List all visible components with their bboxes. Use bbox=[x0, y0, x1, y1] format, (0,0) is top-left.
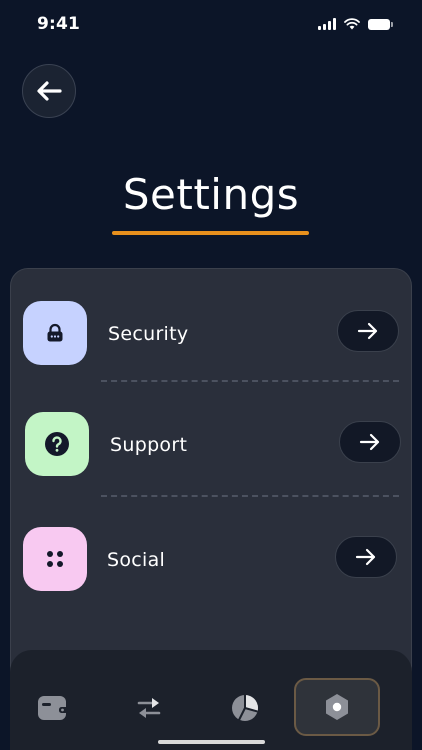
wallet-icon bbox=[38, 696, 68, 720]
nav-item-settings[interactable] bbox=[294, 678, 380, 736]
status-time: 9:41 bbox=[37, 14, 81, 34]
status-bar: 9:41 bbox=[0, 0, 422, 50]
nav-item-analytics[interactable] bbox=[202, 680, 288, 736]
wifi-icon bbox=[344, 18, 360, 30]
social-arrow-button[interactable] bbox=[335, 536, 397, 578]
security-arrow-button[interactable] bbox=[337, 310, 399, 352]
home-indicator bbox=[158, 740, 265, 744]
security-icon-tile bbox=[23, 301, 87, 365]
lock-icon bbox=[47, 323, 63, 342]
arrow-right-icon bbox=[357, 322, 378, 340]
settings-card: Security Support Social bbox=[10, 268, 412, 688]
four-dots-icon bbox=[47, 551, 63, 567]
settings-item-social[interactable]: Social bbox=[11, 527, 413, 595]
page-title: Settings bbox=[122, 170, 300, 219]
settings-item-security[interactable]: Security bbox=[11, 301, 413, 369]
row-divider bbox=[101, 495, 399, 497]
arrow-right-icon bbox=[359, 433, 380, 451]
support-arrow-button[interactable] bbox=[339, 421, 401, 463]
status-icons bbox=[318, 17, 393, 31]
settings-item-support[interactable]: Support bbox=[11, 412, 413, 480]
battery-icon bbox=[368, 18, 393, 30]
settings-item-label: Social bbox=[107, 549, 166, 571]
settings-hexagon-icon bbox=[326, 694, 348, 720]
transfer-arrows-icon bbox=[137, 698, 161, 718]
row-divider bbox=[101, 380, 399, 382]
title-underline bbox=[112, 231, 309, 235]
pie-chart-icon bbox=[232, 695, 258, 721]
back-button[interactable] bbox=[22, 64, 76, 118]
nav-item-transfer[interactable] bbox=[106, 680, 192, 736]
arrow-right-icon bbox=[355, 548, 376, 566]
question-circle-icon bbox=[45, 432, 69, 456]
settings-item-label: Security bbox=[108, 323, 189, 345]
cellular-signal-icon bbox=[318, 18, 336, 30]
nav-item-wallet[interactable] bbox=[10, 680, 96, 736]
arrow-left-icon bbox=[37, 81, 62, 101]
support-icon-tile bbox=[25, 412, 89, 476]
settings-item-label: Support bbox=[110, 434, 188, 456]
bottom-nav bbox=[10, 650, 412, 750]
social-icon-tile bbox=[23, 527, 87, 591]
